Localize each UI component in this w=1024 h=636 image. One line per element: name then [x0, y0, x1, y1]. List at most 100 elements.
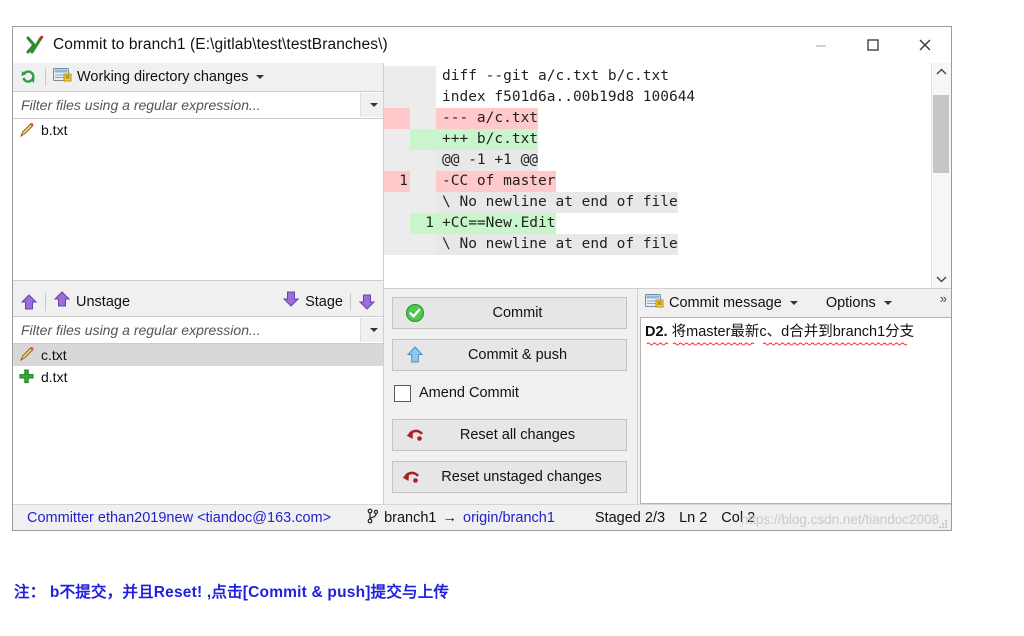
reset-all-changes-button[interactable]: Reset all changes	[392, 419, 627, 451]
staged-filter-dropdown[interactable]	[360, 317, 383, 342]
diff-line-text: diff --git a/c.txt b/c.txt	[436, 66, 669, 87]
remote-branch-name[interactable]: origin/branch1	[463, 510, 555, 526]
panel-splitter[interactable]	[13, 280, 383, 288]
diff-viewer: diff --git a/c.txt b/c.txt index f501d6a…	[384, 63, 951, 289]
list-item[interactable]: b.txt	[13, 119, 383, 141]
table-row[interactable]: c.txt	[13, 343, 383, 366]
resize-grip[interactable]	[938, 517, 948, 528]
staged-file-list[interactable]: c.txt d.txt	[13, 343, 383, 504]
diff-old-lineno	[384, 192, 410, 213]
diff-new-lineno	[410, 192, 436, 213]
chevron-down-icon	[883, 301, 892, 305]
staged-filter-input[interactable]	[13, 320, 360, 339]
commit-message-input[interactable]: D2. 将master最新c、d合并到branch1分支	[640, 317, 951, 504]
diff-old-lineno: 1	[384, 171, 410, 192]
chevron-down-icon	[256, 75, 265, 79]
window-controls	[795, 27, 951, 63]
options-dropdown[interactable]: Options	[823, 291, 895, 315]
toolbar-separator	[45, 68, 46, 86]
chevron-down-icon[interactable]	[932, 270, 951, 288]
amend-commit-label: Amend Commit	[419, 385, 519, 401]
diff-old-lineno	[384, 129, 410, 150]
diff-old-lineno	[384, 87, 410, 108]
status-bar: Committer ethan2019new <tiandoc@163.com>…	[13, 504, 951, 530]
file-name: d.txt	[41, 368, 68, 385]
commit-buttons-panel: Commit Commit & push Amend Commit Reset …	[384, 289, 638, 504]
red-undo-icon	[405, 425, 425, 445]
refresh-icon[interactable]	[17, 65, 41, 89]
green-check-icon	[405, 303, 425, 323]
watermark-text: https://blog.csdn.net/tiandoc2008	[740, 512, 939, 527]
toolbar-separator	[45, 292, 46, 311]
diff-line: --- a/c.txt	[384, 108, 931, 129]
staged-toolbar: Unstage Stage	[13, 287, 383, 316]
added-plus-icon	[18, 368, 35, 385]
diff-scrollbar[interactable]	[931, 63, 951, 288]
working-filter-row	[13, 91, 383, 119]
diff-line: index f501d6a..00b19d8 100644	[384, 87, 931, 108]
diff-line: +++ b/c.txt	[384, 129, 931, 150]
file-name: c.txt	[41, 346, 67, 363]
diff-old-lineno	[384, 108, 410, 129]
commit-button[interactable]: Commit	[392, 297, 627, 329]
red-undo-icon	[401, 467, 421, 487]
commit-and-push-button[interactable]: Commit & push	[392, 339, 627, 371]
chevron-down-icon	[369, 327, 378, 332]
diff-text[interactable]: diff --git a/c.txt b/c.txt index f501d6a…	[384, 63, 931, 288]
arrow-right-icon: →	[442, 509, 458, 526]
options-label: Options	[825, 295, 876, 311]
scrollbar-track[interactable]	[932, 81, 951, 270]
maximize-button[interactable]	[847, 27, 899, 63]
tortoisegit-icon	[25, 35, 45, 55]
modified-pencil-icon	[18, 122, 35, 139]
annotation-note: 注： b不提交，并且Reset! ,点击[Commit & push]提交与上传	[14, 584, 450, 601]
diff-new-lineno	[410, 171, 436, 192]
unstage-label: Unstage	[76, 293, 131, 310]
diff-old-lineno	[384, 66, 410, 87]
blue-up-arrow-icon	[405, 345, 425, 365]
list-view-icon	[53, 67, 72, 88]
amend-commit-checkbox[interactable]	[394, 384, 411, 402]
branch-status[interactable]: branch1 → origin/branch1	[367, 508, 555, 528]
diff-new-lineno	[410, 108, 436, 129]
amend-commit-row[interactable]: Amend Commit	[394, 381, 627, 405]
commit-message-body: 将master最新c、d合并到branch1分支	[671, 324, 915, 340]
scrollbar-thumb[interactable]	[933, 95, 949, 173]
title-bar: Commit to branch1 (E:\gitlab\test\testBr…	[13, 27, 951, 63]
unstage-button[interactable]: Unstage	[50, 290, 133, 314]
commit-message-text: D2. 将master最新c、d合并到branch1分支	[645, 322, 947, 342]
committer-status[interactable]: Committer ethan2019new <tiandoc@163.com>	[27, 510, 331, 526]
status-metrics: Staged 2/3 Ln 2 Col 2	[595, 510, 755, 526]
arrow-up-icon	[53, 290, 71, 313]
stage-button[interactable]: Stage	[279, 290, 346, 314]
commit-message-title: Commit message	[669, 295, 782, 311]
reset-unstaged-changes-button[interactable]: Reset unstaged changes	[392, 461, 627, 493]
diff-line: \ No newline at end of file	[384, 234, 931, 255]
working-directory-dropdown[interactable]: Working directory changes	[50, 65, 267, 89]
commit-message-dropdown[interactable]: Commit message	[642, 291, 801, 315]
minimize-button[interactable]	[795, 27, 847, 63]
working-filter-dropdown[interactable]	[360, 93, 383, 117]
working-file-list[interactable]: b.txt	[13, 119, 383, 281]
toolbar-separator	[350, 292, 351, 311]
commit-dialog-window: Commit to branch1 (E:\gitlab\test\testBr…	[12, 26, 952, 531]
table-row[interactable]: d.txt	[13, 366, 383, 388]
close-button[interactable]	[899, 27, 951, 63]
diff-new-lineno	[410, 234, 436, 255]
chevron-down-icon	[369, 103, 378, 107]
diff-line-text: -CC of master	[436, 171, 556, 192]
stage-arrow-icon[interactable]	[355, 290, 379, 314]
diff-line: 1 +CC==New.Edit	[384, 213, 931, 234]
diff-line: 1 -CC of master	[384, 171, 931, 192]
commit-area: Commit Commit & push Amend Commit Reset …	[384, 289, 951, 504]
diff-line-text: --- a/c.txt	[436, 108, 539, 129]
diff-and-commit-column: diff --git a/c.txt b/c.txt index f501d6a…	[384, 63, 951, 504]
commit-button-label: Commit	[492, 305, 543, 321]
more-toolbar-icon[interactable]: »	[940, 291, 947, 306]
working-filter-input[interactable]	[13, 96, 360, 114]
chevron-up-icon[interactable]	[932, 63, 951, 81]
chevron-down-icon	[789, 301, 798, 305]
dialog-body: Working directory changes Filter files u…	[13, 63, 951, 504]
branch-icon	[367, 508, 379, 528]
unstage-arrow-icon[interactable]	[17, 290, 41, 314]
